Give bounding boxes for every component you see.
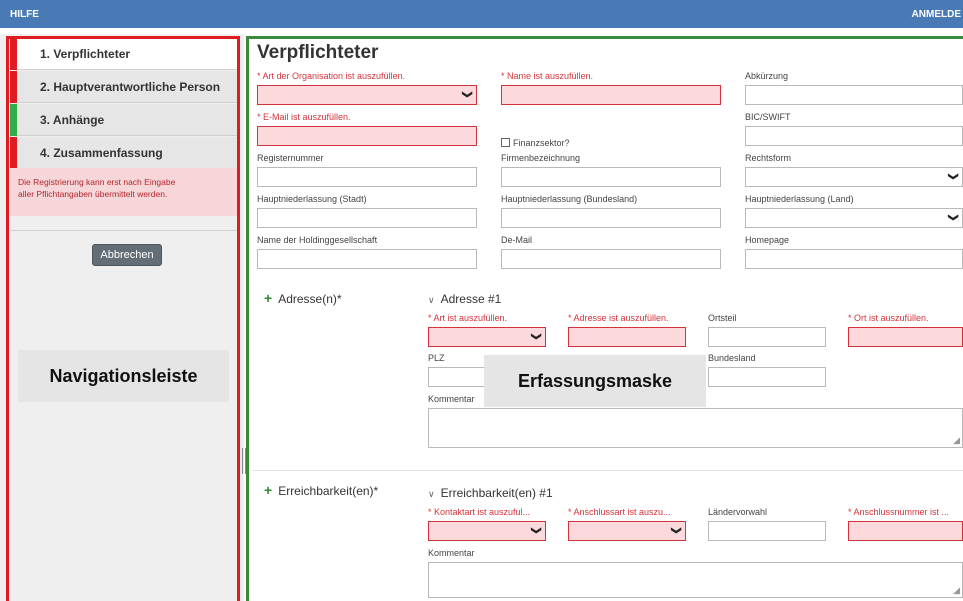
bic-label: BIC/SWIFT <box>745 112 791 122</box>
contact-section-header[interactable]: + Erreichbarkeit(en)* <box>264 482 378 498</box>
step-label: 1. Verpflichteter <box>40 47 131 61</box>
contact-section-label: Erreichbarkeit(en)* <box>278 484 379 498</box>
hq-country-label: Hauptniederlassung (Land) <box>745 194 854 204</box>
help-link[interactable]: HILFE <box>10 9 39 20</box>
step-label: 2. Hauptverantwortliche Person <box>40 80 221 94</box>
checkbox-icon <box>501 138 510 147</box>
finance-sector-label: Finanzsektor? <box>513 138 570 148</box>
bic-input[interactable] <box>745 126 963 146</box>
chevron-down-icon: ❯ <box>947 213 959 222</box>
sidebar-divider <box>10 230 238 231</box>
section-divider <box>252 470 963 471</box>
address-comment-textarea[interactable]: ◢ <box>428 408 963 448</box>
page-title: Verpflichteter <box>257 42 379 63</box>
zip-label: PLZ <box>428 353 445 363</box>
state-label: Bundesland <box>708 353 756 363</box>
sidebar-step-zusammenfassung[interactable]: 4. Zusammenfassung <box>10 137 238 169</box>
finance-sector-checkbox[interactable]: Finanzsektor? <box>501 138 570 148</box>
district-input[interactable] <box>708 327 826 347</box>
address-section-header[interactable]: + Adresse(n)* <box>264 290 342 306</box>
hq-city-input[interactable] <box>257 208 477 228</box>
status-flag <box>10 137 17 169</box>
abbreviation-label: Abkürzung <box>745 71 789 81</box>
navigation-annotation: Navigationsleiste <box>18 350 229 402</box>
chevron-down-icon: ∨ <box>428 295 435 305</box>
sidebar-step-hauptverantwortliche-person[interactable]: 2. Hauptverantwortliche Person <box>10 71 238 103</box>
name-label: * Name ist auszufüllen. <box>501 71 594 81</box>
contact-item-header[interactable]: ∨ Erreichbarkeit(en) #1 <box>428 486 553 500</box>
country-code-label: Ländervorwahl <box>708 507 768 517</box>
add-contact-icon[interactable]: + <box>264 482 272 498</box>
holding-input[interactable] <box>257 249 477 269</box>
status-flag <box>10 104 17 136</box>
resize-grip-icon[interactable]: ◢ <box>953 585 960 596</box>
hq-city-label: Hauptniederlassung (Stadt) <box>257 194 367 204</box>
de-mail-input[interactable] <box>501 249 721 269</box>
address-comment-label: Kommentar <box>428 394 475 404</box>
step-label: 3. Anhänge <box>40 113 105 127</box>
city-label: * Ort ist auszufüllen. <box>848 313 929 323</box>
org-type-select[interactable]: ❯ <box>257 85 477 105</box>
form-annotation: Erfassungsmaske <box>484 355 706 407</box>
login-link[interactable]: ANMELDE <box>912 9 961 20</box>
connection-type-label: * Anschlussart ist auszu... <box>568 507 671 517</box>
chevron-down-icon: ❯ <box>461 90 473 99</box>
contact-type-select[interactable]: ❯ <box>428 521 546 541</box>
contact-comment-textarea[interactable]: ◢ <box>428 562 963 598</box>
notice-line: aller Pflichtangaben übermittelt werden. <box>18 189 168 199</box>
register-number-label: Registernummer <box>257 153 324 163</box>
state-input[interactable] <box>708 367 826 387</box>
address-type-label: * Art ist auszufüllen. <box>428 313 508 323</box>
city-input[interactable] <box>848 327 963 347</box>
address-item-title: Adresse #1 <box>440 292 502 306</box>
register-number-input[interactable] <box>257 167 477 187</box>
connection-number-label: * Anschlussnummer ist ... <box>848 507 950 517</box>
holding-label: Name der Holdinggesellschaft <box>257 235 378 245</box>
email-label: * E-Mail ist auszufüllen. <box>257 112 351 122</box>
company-name-label: Firmenbezeichnung <box>501 153 581 163</box>
hq-country-select[interactable]: ❯ <box>745 208 963 228</box>
chevron-down-icon: ∨ <box>428 489 435 499</box>
homepage-input[interactable] <box>745 249 963 269</box>
contact-item-title: Erreichbarkeit(en) #1 <box>440 486 553 500</box>
chevron-down-icon: ❯ <box>530 526 542 535</box>
address-label: * Adresse ist auszufüllen. <box>568 313 669 323</box>
validation-notice: Die Registrierung kann erst nach Eingabe… <box>10 168 238 216</box>
abbreviation-input[interactable] <box>745 85 963 105</box>
notice-line: Die Registrierung kann erst nach Eingabe <box>18 177 176 187</box>
contact-type-label: * Kontaktart ist auszuful... <box>428 507 531 517</box>
sidebar-step-anhaenge[interactable]: 3. Anhänge <box>10 104 238 136</box>
country-code-input[interactable] <box>708 521 826 541</box>
email-input[interactable] <box>257 126 477 146</box>
top-bar: HILFE ANMELDE <box>0 0 963 28</box>
company-name-input[interactable] <box>501 167 721 187</box>
hq-state-label: Hauptniederlassung (Bundesland) <box>501 194 638 204</box>
cancel-button[interactable]: Abbrechen <box>92 244 162 266</box>
connection-type-select[interactable]: ❯ <box>568 521 686 541</box>
resize-grip-icon[interactable]: ◢ <box>953 435 960 446</box>
status-flag <box>10 38 17 70</box>
sidebar-step-verpflichteter[interactable]: 1. Verpflichteter <box>10 38 238 70</box>
contact-comment-label: Kommentar <box>428 548 475 558</box>
connection-number-input[interactable] <box>848 521 963 541</box>
legal-form-label: Rechtsform <box>745 153 792 163</box>
address-type-select[interactable]: ❯ <box>428 327 546 347</box>
district-label: Ortsteil <box>708 313 737 323</box>
name-input[interactable] <box>501 85 721 105</box>
step-label: 4. Zusammenfassung <box>40 146 163 160</box>
chevron-down-icon: ❯ <box>670 526 682 535</box>
add-address-icon[interactable]: + <box>264 290 272 306</box>
hq-state-input[interactable] <box>501 208 721 228</box>
homepage-label: Homepage <box>745 235 790 245</box>
chevron-down-icon: ❯ <box>530 332 542 341</box>
status-flag <box>10 71 17 103</box>
panel-resize-handle[interactable] <box>242 448 246 474</box>
chevron-down-icon: ❯ <box>947 172 959 181</box>
legal-form-select[interactable]: ❯ <box>745 167 963 187</box>
address-item-header[interactable]: ∨ Adresse #1 <box>428 292 501 306</box>
de-mail-label: De-Mail <box>501 235 533 245</box>
address-section-label: Adresse(n)* <box>278 292 342 306</box>
address-input[interactable] <box>568 327 686 347</box>
org-type-label: * Art der Organisation ist auszufüllen. <box>257 71 406 81</box>
